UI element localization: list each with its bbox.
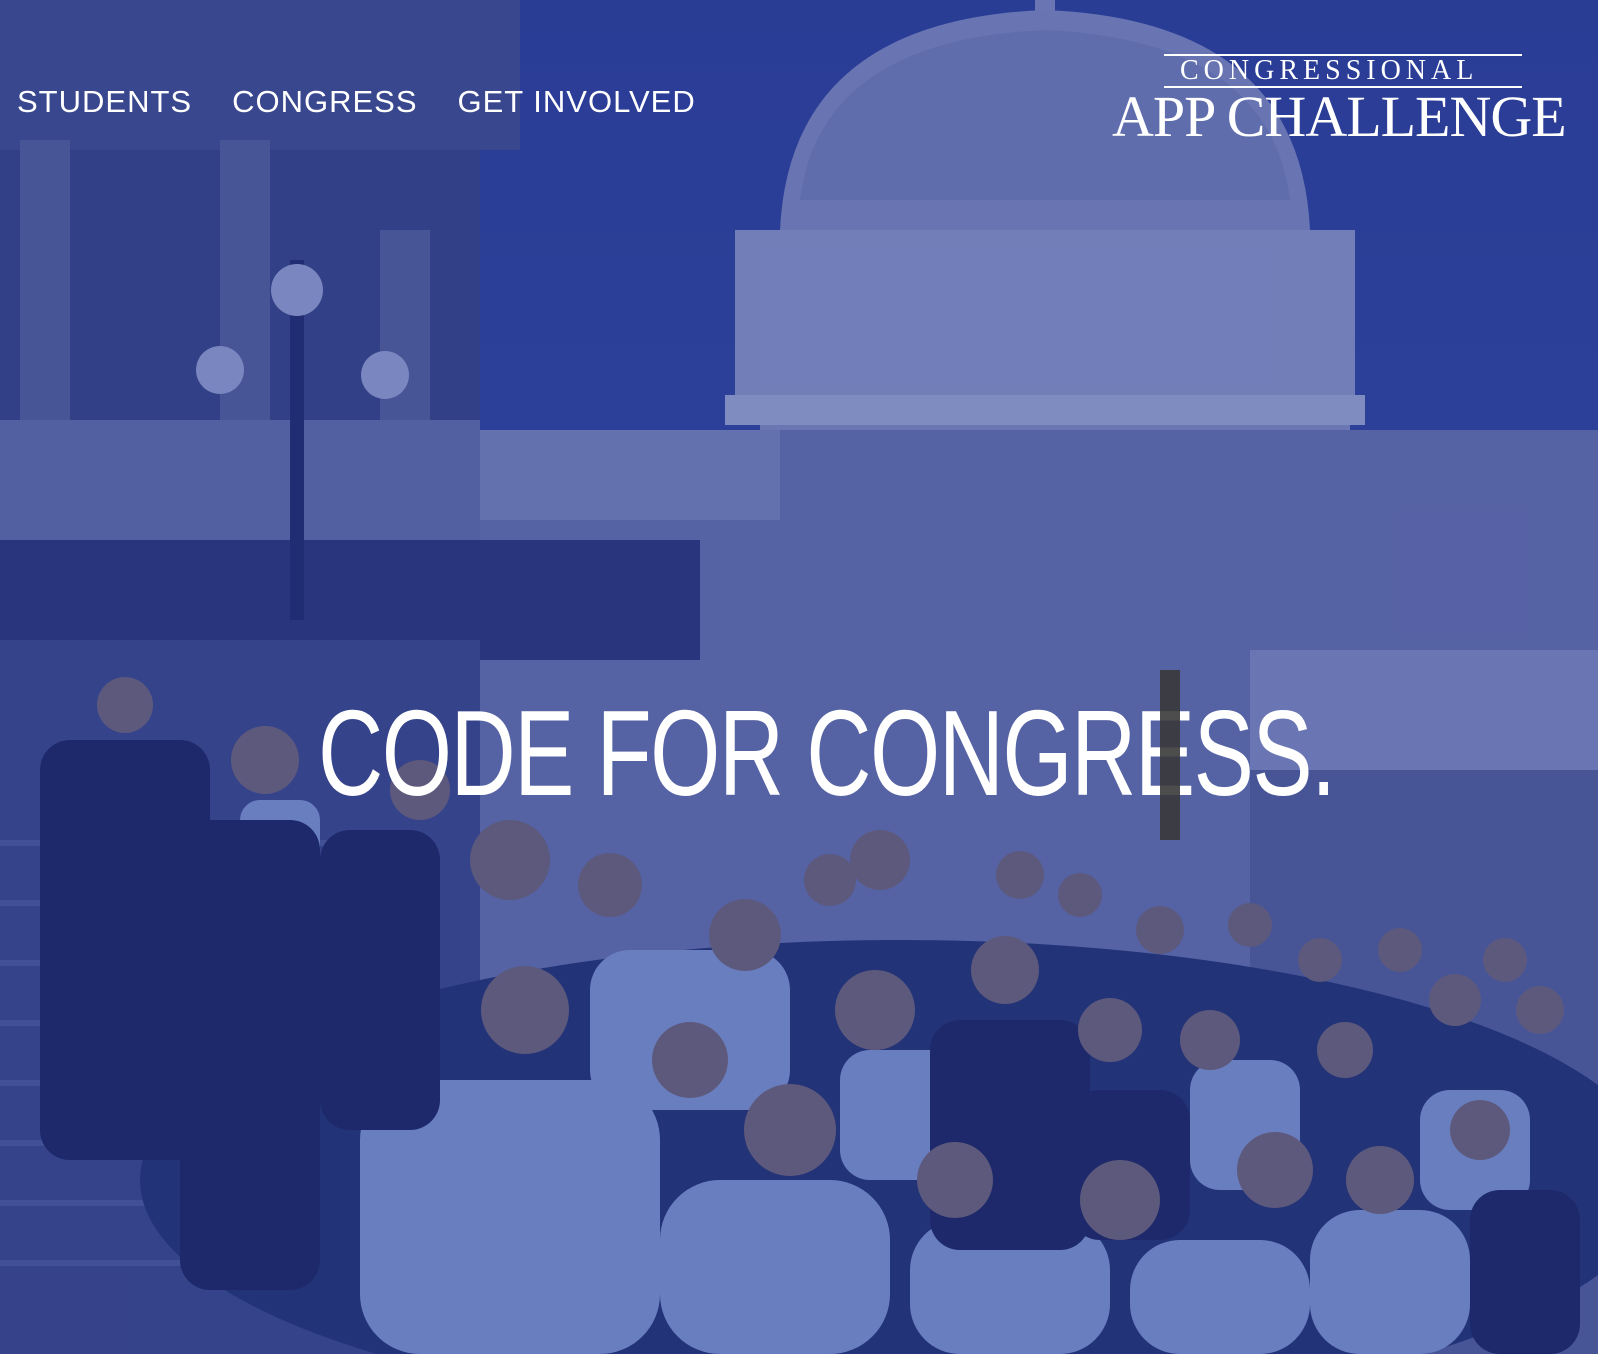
nav-get-involved[interactable]: GET INVOLVED (458, 80, 696, 124)
hero-headline: CODE FOR CONGRESS. (318, 688, 1598, 818)
congressional-app-challenge-logo[interactable]: CONGRESSIONAL APP CHALLENGE (1112, 52, 1582, 152)
main-nav: STUDENTS CONGRESS GET INVOLVED (17, 80, 696, 124)
nav-students[interactable]: STUDENTS (17, 80, 192, 124)
logo-line-congressional: CONGRESSIONAL (1180, 55, 1479, 86)
nav-congress[interactable]: CONGRESS (232, 80, 417, 124)
page-title: CODE FOR CONGRESS. (318, 685, 1336, 821)
logo-line-app-challenge: APP CHALLENGE (1112, 84, 1567, 149)
hero-background-image (0, 0, 1598, 1354)
hero-section (0, 0, 1598, 1354)
typing-cursor (1160, 670, 1180, 840)
